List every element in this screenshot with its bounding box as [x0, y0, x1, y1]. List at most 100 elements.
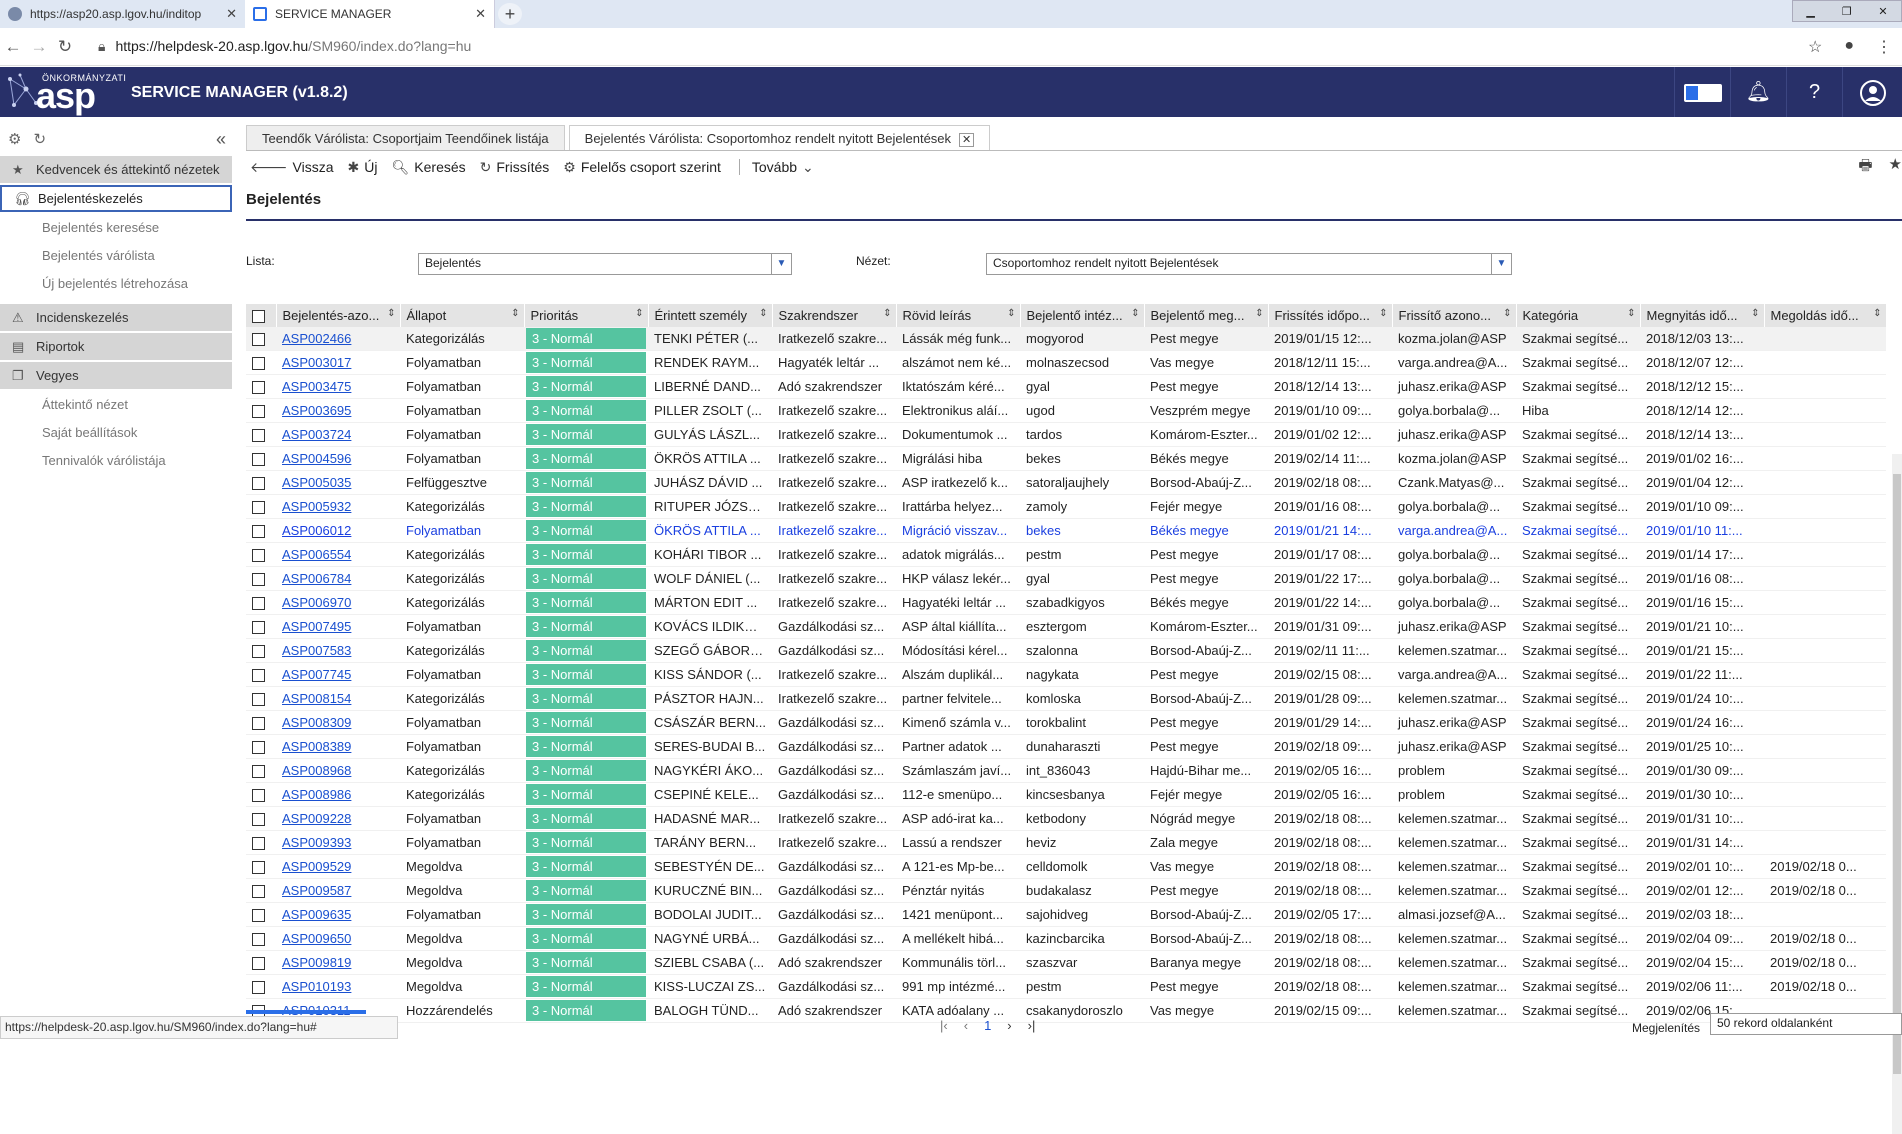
- ticket-id-link[interactable]: ASP008154: [276, 686, 400, 711]
- ticket-id-link[interactable]: ASP005932: [276, 494, 400, 519]
- column-header[interactable]: Bejelentés-azo... ⇕: [276, 304, 401, 327]
- sidebar-item[interactable]: Bejelentés várólista: [0, 242, 232, 270]
- column-header[interactable]: Szakrendszer ⇕: [772, 304, 897, 327]
- table-row[interactable]: ASP005932 Kategorizálás 3 - Normál RITUPER …: [246, 494, 1886, 519]
- column-header[interactable]: Megnyitás idő... ⇕: [1640, 304, 1765, 327]
- ticket-id-link[interactable]: ASP003475: [276, 374, 400, 399]
- notification-bell-icon[interactable]: 🔔︎: [1730, 67, 1786, 117]
- column-header[interactable]: Bejelentő intéz... ⇕: [1020, 304, 1145, 327]
- table-row[interactable]: ASP007745 Folyamatban 3 - Normál KISS SÁNDO…: [246, 662, 1886, 687]
- ticket-id-link[interactable]: ASP008389: [276, 734, 400, 759]
- tab-teendok-varolista[interactable]: Teendők Várólista: Csoportjaim Teendőine…: [246, 125, 565, 150]
- sort-icon[interactable]: ⇕: [759, 308, 767, 319]
- table-row[interactable]: ASP003017 Folyamatban 3 - Normál RENDEK RAY…: [246, 350, 1886, 375]
- ticket-id-link[interactable]: ASP006970: [276, 590, 400, 615]
- row-checkbox[interactable]: [252, 333, 265, 347]
- ticket-id-link[interactable]: ASP009587: [276, 878, 400, 903]
- current-page[interactable]: 1: [984, 1018, 991, 1033]
- row-checkbox[interactable]: [252, 981, 265, 995]
- sidebar-item[interactable]: Saját beállítások: [0, 419, 232, 447]
- column-header[interactable]: Rövid leírás ⇕: [896, 304, 1021, 327]
- back-arrow-icon[interactable]: ←: [0, 37, 26, 57]
- more-button[interactable]: Tovább ⌄: [752, 159, 814, 176]
- row-checkbox[interactable]: [252, 405, 265, 419]
- table-row[interactable]: ASP003695 Folyamatban 3 - Normál PILLER ZSO…: [246, 398, 1886, 423]
- url-field[interactable]: 🔒︎ https://helpdesk-20.asp.lgov.hu/SM960/…: [98, 38, 471, 55]
- refresh-icon[interactable]: ↻: [33, 130, 46, 148]
- sidebar-item[interactable]: Tennivalók várólistája: [0, 447, 232, 475]
- table-row[interactable]: ASP007495 Folyamatban 3 - Normál KOVÁCS ILD…: [246, 614, 1886, 639]
- ticket-id-link[interactable]: ASP004596: [276, 446, 400, 471]
- reload-icon[interactable]: ↻: [52, 37, 78, 57]
- table-row[interactable]: ASP008968 Kategorizálás 3 - Normál NAGYKÉRI…: [246, 758, 1886, 783]
- horizontal-scroll-indicator[interactable]: [246, 1010, 366, 1014]
- ticket-id-link[interactable]: ASP010193: [276, 974, 400, 999]
- sort-icon[interactable]: ⇕: [1131, 308, 1139, 319]
- table-row[interactable]: ASP009228 Folyamatban 3 - Normál HADASNÉ MA…: [246, 806, 1886, 831]
- table-row[interactable]: ASP009529 Megoldva 3 - Normál SEBESTYÉN DE.…: [246, 854, 1886, 879]
- row-checkbox[interactable]: [252, 909, 265, 923]
- sidebar-item[interactable]: Áttekintő nézet: [0, 391, 232, 419]
- sort-icon[interactable]: ⇕: [1255, 308, 1263, 319]
- table-row[interactable]: ASP009635 Folyamatban 3 - Normál BODOLAI JU…: [246, 902, 1886, 927]
- collapse-sidebar-icon[interactable]: «: [216, 129, 226, 150]
- row-checkbox[interactable]: [252, 861, 265, 875]
- ticket-id-link[interactable]: ASP003695: [276, 398, 400, 423]
- sort-icon[interactable]: ⇕: [1007, 308, 1015, 319]
- ticket-id-link[interactable]: ASP009635: [276, 902, 400, 927]
- close-window-icon[interactable]: ✕: [1878, 5, 1887, 18]
- ticket-id-link[interactable]: ASP007745: [276, 662, 400, 687]
- row-checkbox[interactable]: [252, 933, 265, 947]
- browser-tab-1[interactable]: https://asp20.asp.lgov.hu/inditop ✕: [0, 0, 245, 28]
- ticket-id-link[interactable]: ASP006784: [276, 566, 400, 591]
- favorite-star-icon[interactable]: ★: [1889, 155, 1902, 180]
- forward-arrow-icon[interactable]: →: [26, 37, 52, 57]
- row-checkbox[interactable]: [252, 477, 265, 491]
- row-checkbox[interactable]: [252, 621, 265, 635]
- ticket-id-link[interactable]: ASP003724: [276, 422, 400, 447]
- column-header[interactable]: Állapot ⇕: [400, 304, 525, 327]
- row-checkbox[interactable]: [252, 837, 265, 851]
- tab-bejelentes-varolista[interactable]: Bejelentés Várólista: Csoportomhoz rende…: [568, 125, 991, 150]
- sort-icon[interactable]: ⇕: [1873, 308, 1881, 319]
- ticket-id-link[interactable]: ASP007583: [276, 638, 400, 663]
- row-checkbox[interactable]: [252, 741, 265, 755]
- ticket-id-link[interactable]: ASP007495: [276, 614, 400, 639]
- new-tab-button[interactable]: +: [498, 3, 522, 25]
- sort-icon[interactable]: ⇕: [387, 308, 395, 319]
- table-row[interactable]: ASP003724 Folyamatban 3 - Normál GULYÁS LÁS…: [246, 422, 1886, 447]
- page-size-select[interactable]: 50 rekord oldalanként: [1710, 1013, 1902, 1035]
- menu-dots-icon[interactable]: ⋮: [1876, 37, 1892, 57]
- table-row[interactable]: ASP009587 Megoldva 3 - Normál KURUCZNÉ BIN.…: [246, 878, 1886, 903]
- row-checkbox[interactable]: [252, 357, 265, 371]
- sidebar-section[interactable]: 🎧︎ Bejelentéskezelés: [0, 185, 232, 212]
- ticket-id-link[interactable]: ASP008986: [276, 782, 400, 807]
- column-header[interactable]: Bejelentő meg... ⇕: [1144, 304, 1269, 327]
- gear-icon[interactable]: ⚙: [8, 130, 21, 148]
- print-icon[interactable]: 🖶: [1858, 155, 1872, 180]
- sidebar-section[interactable]: ★ Kedvencek és áttekintő nézetek: [0, 156, 232, 183]
- browser-tab-2[interactable]: SERVICE MANAGER ✕: [245, 0, 495, 28]
- row-checkbox[interactable]: [252, 381, 265, 395]
- table-row[interactable]: ASP008389 Folyamatban 3 - Normál SERES-BUDA…: [246, 734, 1886, 759]
- column-header[interactable]: Érintett személy ⇕: [648, 304, 773, 327]
- ticket-id-link[interactable]: ASP009650: [276, 926, 400, 951]
- refresh-button[interactable]: ↻ Frissítés: [480, 159, 550, 176]
- row-checkbox[interactable]: [252, 693, 265, 707]
- bookmark-star-icon[interactable]: ☆: [1808, 37, 1822, 57]
- first-page-icon[interactable]: |‹: [940, 1018, 948, 1033]
- row-checkbox[interactable]: [252, 597, 265, 611]
- table-row[interactable]: ASP008309 Folyamatban 3 - Normál CSÁSZÁR BE…: [246, 710, 1886, 735]
- sort-icon[interactable]: ⇕: [1379, 308, 1387, 319]
- group-by-button[interactable]: ⚙ Felelős csoport szerint: [563, 159, 721, 176]
- next-page-icon[interactable]: ›: [1007, 1018, 1011, 1033]
- table-row[interactable]: ASP008986 Kategorizálás 3 - Normál CSEPINÉ …: [246, 782, 1886, 807]
- ticket-id-link[interactable]: ASP002466: [276, 327, 400, 351]
- sort-icon[interactable]: ⇕: [635, 308, 643, 319]
- ticket-id-link[interactable]: ASP009529: [276, 854, 400, 879]
- table-row[interactable]: ASP010311Hozzárendelés3 - NormálBALOGH T…: [246, 998, 1886, 1023]
- restore-icon[interactable]: ❐: [1842, 5, 1852, 18]
- close-tab-icon[interactable]: ✕: [959, 133, 975, 147]
- table-row[interactable]: ASP006554 Kategorizálás 3 - Normál KOHÁRI T…: [246, 542, 1886, 567]
- sidebar-item[interactable]: Bejelentés keresése: [0, 214, 232, 242]
